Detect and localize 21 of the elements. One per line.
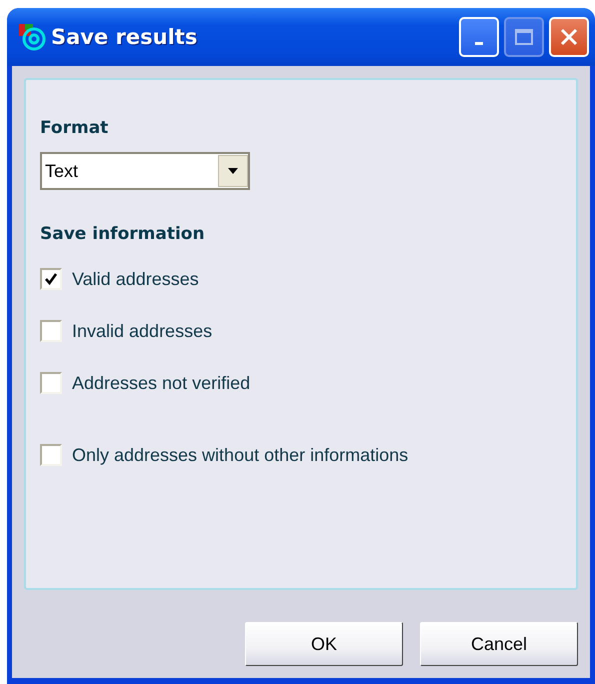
minimize-button[interactable]: [459, 17, 499, 57]
checkbox-label: Only addresses without other informations: [72, 444, 408, 466]
checkbox-label: Invalid addresses: [72, 320, 212, 342]
save-information-label: Save information: [40, 224, 206, 244]
close-button[interactable]: [549, 17, 589, 57]
dialog-button[interactable]: OK: [245, 622, 403, 666]
checkbox[interactable]: [40, 372, 62, 394]
format-label: Format: [40, 118, 110, 138]
maximize-button[interactable]: [504, 17, 544, 57]
minimize-icon: [475, 42, 483, 44]
maximize-icon: [515, 29, 533, 45]
checkbox[interactable]: [40, 268, 62, 290]
checkbox-label: Addresses not verified: [72, 372, 250, 394]
close-icon: [559, 27, 579, 47]
checkbox-label: Valid addresses: [72, 268, 199, 290]
window-title: Save results: [51, 25, 198, 49]
format-dropdown[interactable]: Text: [40, 152, 250, 190]
checkbox[interactable]: [40, 320, 62, 342]
dialog-button[interactable]: Cancel: [420, 622, 578, 666]
checkmark-icon: [44, 272, 58, 286]
checkbox[interactable]: [40, 444, 62, 466]
